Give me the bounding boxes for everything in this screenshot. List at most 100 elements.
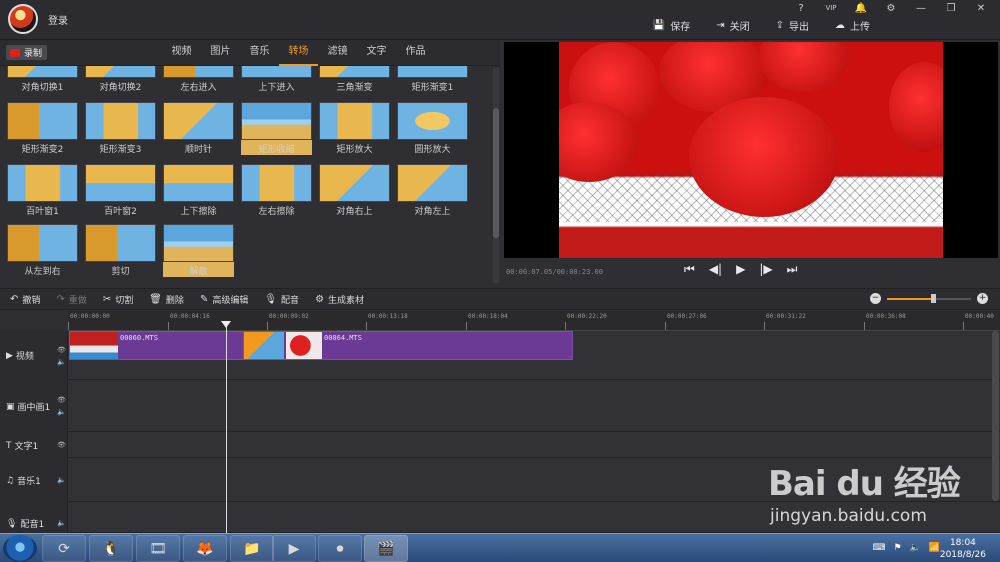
zoom-slider-knob[interactable]	[931, 293, 937, 303]
taskbar-app-editor[interactable]: 🎬	[364, 535, 408, 562]
generate-material-button[interactable]: ⚙ 生成素材	[315, 293, 364, 306]
app-logo[interactable]	[8, 4, 38, 34]
transition-item[interactable]: 对角切换2	[85, 66, 156, 93]
play-icon[interactable]: ▶	[736, 262, 745, 277]
library-scrollbar-thumb[interactable]	[493, 108, 499, 238]
advanced-edit-button[interactable]: ✎ 高级编辑	[200, 293, 248, 306]
preview-video-frame[interactable]	[559, 42, 943, 258]
gear-icon[interactable]: ⚙	[876, 0, 906, 16]
vip-icon[interactable]: VIP	[816, 0, 846, 16]
tab-filter[interactable]: 滤镜	[318, 40, 357, 66]
transition-item[interactable]: 对角切换1	[7, 66, 78, 93]
close-icon[interactable]: ✕	[966, 0, 996, 16]
tab-text[interactable]: 文字	[357, 40, 396, 66]
visibility-eye-icon[interactable]: 👁 🔈	[57, 344, 66, 368]
transition-item[interactable]: 对角左上	[397, 164, 468, 217]
delete-button[interactable]: 🗑 删除	[149, 293, 184, 306]
close-project-button[interactable]: ⇥ 关闭	[716, 18, 749, 33]
tab-music[interactable]: 音乐	[240, 40, 279, 66]
zoom-control: − +	[870, 293, 988, 304]
transition-item[interactable]: 百叶窗2	[85, 164, 156, 217]
transition-item[interactable]: 圆形放大	[397, 102, 468, 155]
timeline-ruler[interactable]: 00:00:00:00 00:00:04:16 00:00:09:02 00:0…	[68, 311, 1000, 331]
playhead-line[interactable]	[226, 322, 227, 533]
undo-button[interactable]: ↶ 撤销	[10, 293, 40, 306]
video-clip[interactable]: 00060.MTS	[69, 331, 249, 360]
volume-icon[interactable]: 🔈	[910, 543, 921, 553]
taskbar-app-recorder[interactable]: ⏺	[318, 535, 362, 562]
track-header-video[interactable]: ▶ 视频	[6, 349, 34, 363]
transition-item[interactable]: 百叶窗1	[7, 164, 78, 217]
help-icon[interactable]: ?	[786, 0, 816, 16]
transition-thumbnail	[319, 66, 390, 78]
step-back-icon[interactable]: ◀|	[709, 262, 722, 277]
redo-button[interactable]: ↷ 重做	[56, 293, 86, 306]
transition-item[interactable]: 左右进入	[163, 66, 234, 93]
keyboard-icon[interactable]: ⌨	[872, 543, 885, 553]
transition-item[interactable]: 上下擦除	[163, 164, 234, 217]
login-link[interactable]: 登录	[48, 12, 68, 27]
transition-item[interactable]: 剪切	[85, 224, 156, 277]
playhead-handle[interactable]	[221, 321, 231, 328]
transition-item[interactable]: 矩形渐变2	[7, 102, 78, 155]
tab-image[interactable]: 图片	[201, 40, 240, 66]
skip-start-icon[interactable]: ⏮	[684, 262, 695, 277]
visibility-eye-icon[interactable]: 👁	[57, 439, 66, 451]
taskbar-app-explorer[interactable]: 📁	[230, 535, 274, 562]
video-clip[interactable]: 00064.MTS	[243, 331, 573, 360]
taskbar-clock[interactable]: 18:04 2018/8/26	[940, 537, 986, 561]
transition-item[interactable]: 矩形渐变3	[85, 102, 156, 155]
taskbar-app-player[interactable]: ▶	[272, 535, 316, 562]
taskbar-app-firefox[interactable]: 🦊	[183, 535, 227, 562]
taskbar-app-media[interactable]: 🎞	[136, 535, 180, 562]
skip-end-icon[interactable]: ⏭	[787, 262, 798, 277]
library-scrollbar[interactable]	[493, 68, 499, 283]
track-pip[interactable]	[68, 380, 1000, 432]
transition-marker[interactable]	[244, 332, 284, 359]
transition-item[interactable]: 上下进入	[241, 66, 312, 93]
volume-icon[interactable]: 🔈	[57, 517, 66, 529]
maximize-icon[interactable]: ❐	[936, 0, 966, 16]
export-button[interactable]: ⇪ 导出	[776, 18, 809, 33]
bell-icon[interactable]: 🔔	[846, 0, 876, 16]
track-header-pip[interactable]: ▣ 画中画1	[6, 400, 50, 414]
timeline-scrollbar[interactable]	[992, 331, 999, 501]
track-header-text[interactable]: T 文字1	[6, 439, 38, 453]
transition-item[interactable]: 三角渐变	[319, 66, 390, 93]
taskbar-app-refresh[interactable]: ⟳	[42, 535, 86, 562]
minimize-icon[interactable]: —	[906, 0, 936, 16]
record-button[interactable]: 录制	[6, 45, 48, 60]
upload-button[interactable]: ☁ 上传	[835, 18, 870, 33]
transition-thumbnail	[397, 66, 468, 78]
transition-item[interactable]: 矩形渐变1	[397, 66, 468, 93]
track-voice[interactable]	[68, 502, 1000, 533]
track-music[interactable]	[68, 458, 1000, 502]
transition-item[interactable]: 对角右上	[319, 164, 390, 217]
track-text[interactable]	[68, 432, 1000, 458]
dub-button[interactable]: 🎙 配音	[264, 293, 299, 306]
flag-icon[interactable]: ⚑	[893, 543, 901, 553]
volume-icon[interactable]: 🔈	[57, 474, 66, 486]
zoom-in-icon[interactable]: +	[977, 293, 988, 304]
transition-item[interactable]: 矩形放大	[319, 102, 390, 155]
zoom-slider[interactable]	[887, 293, 971, 303]
network-icon[interactable]: 📶	[929, 543, 940, 553]
track-header-music[interactable]: ♫ 音乐1	[6, 474, 41, 488]
cut-button[interactable]: ✂ 切割	[103, 293, 133, 306]
transition-item[interactable]: 左右擦除	[241, 164, 312, 217]
transition-item[interactable]: 矩形收缩	[241, 102, 312, 155]
start-button[interactable]	[3, 535, 37, 562]
step-forward-icon[interactable]: |▶	[759, 262, 772, 277]
track-header-voice[interactable]: 🎙 配音1	[6, 517, 44, 531]
taskbar-app-qq[interactable]: 🐧	[89, 535, 133, 562]
tab-works[interactable]: 作品	[396, 40, 435, 66]
transition-item[interactable]: 解散	[163, 224, 234, 277]
save-button[interactable]: 💾 保存	[653, 18, 690, 33]
zoom-out-icon[interactable]: −	[870, 293, 881, 304]
tab-video[interactable]: 视频	[162, 40, 201, 66]
transition-item[interactable]: 从左到右	[7, 224, 78, 277]
visibility-eye-icon[interactable]: 👁 🔈	[57, 394, 66, 418]
tab-transition[interactable]: 转场	[279, 40, 318, 66]
music-track-icon: ♫	[6, 475, 15, 486]
transition-item[interactable]: 顺时针	[163, 102, 234, 155]
